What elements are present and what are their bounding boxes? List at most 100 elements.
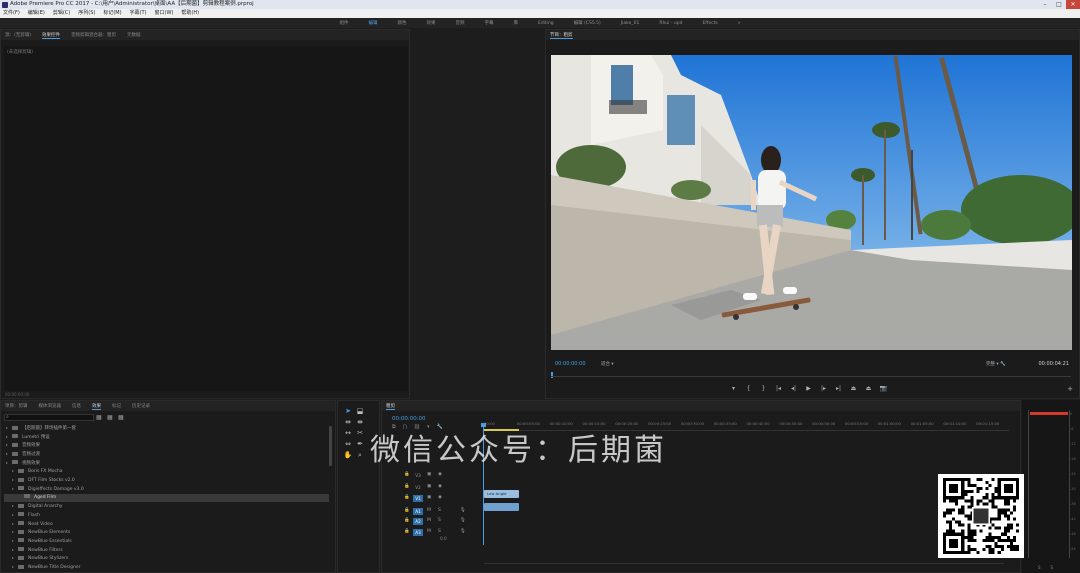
effects-tree-item[interactable]: ▸ NewBlue Filters [4, 546, 329, 555]
32bit-effects-icon[interactable]: ▦ [107, 414, 118, 421]
timeline-scrollbar[interactable] [484, 563, 1004, 566]
program-video-frame[interactable] [551, 55, 1072, 350]
effects-tree-item[interactable]: ▸ Digital Anarchy [4, 502, 329, 511]
workspace-tab[interactable]: Jiake_01 [621, 21, 640, 26]
workspace-tab[interactable]: Editing [538, 21, 554, 26]
workspace-tab[interactable]: 编辑 (CS5.5) [574, 20, 601, 26]
voiceover-record-icon[interactable]: 🎙 [460, 508, 466, 513]
solo-track-icon[interactable]: S [438, 508, 441, 513]
tab-source[interactable]: 源：(无剪辑) [5, 32, 31, 38]
audio-clip[interactable] [484, 503, 519, 511]
pen-tool-icon[interactable]: ✒ [354, 440, 366, 451]
effects-tree-item[interactable]: ▸ 视频效果 [4, 459, 329, 468]
mark-out-icon[interactable]: } [756, 385, 771, 392]
track-lock-icon[interactable]: 🔒 [404, 529, 410, 534]
minimize-icon[interactable]: – [1038, 0, 1052, 9]
zoom-fit-dropdown[interactable]: 适合 ▾ [601, 361, 614, 367]
track-label[interactable]: A1 [413, 508, 423, 515]
close-icon[interactable]: ✕ [1066, 0, 1080, 9]
mark-in-icon[interactable]: { [741, 385, 756, 392]
mute-track-icon[interactable]: M [427, 529, 431, 534]
button-editor-icon[interactable]: + [1067, 385, 1073, 393]
track-lock-icon[interactable]: 🔒 [404, 495, 410, 500]
solo-left-button[interactable]: S [1038, 565, 1041, 570]
track-label[interactable]: A2 [413, 518, 423, 525]
toggle-output-eye-icon[interactable]: ◉ [438, 484, 442, 489]
program-scrub-bar[interactable] [551, 376, 1071, 380]
track-lock-icon[interactable]: 🔒 [404, 518, 410, 523]
effects-tree-item[interactable]: ▸ NewBlue Stylizers [4, 554, 329, 563]
solo-right-button[interactable]: S [1051, 565, 1054, 570]
effects-tree-item[interactable]: ▸ DFT Film Stocks v2.0 [4, 476, 329, 485]
mute-track-icon[interactable]: M [427, 518, 431, 523]
toggle-output-eye-icon[interactable]: ◉ [438, 472, 442, 477]
tab-media-browser[interactable]: 媒体浏览器 [39, 403, 62, 409]
tab-markers[interactable]: 标记 [112, 403, 121, 409]
effects-scrollbar[interactable] [329, 426, 332, 466]
effects-search-input[interactable] [4, 414, 94, 421]
track-lock-icon[interactable]: 🔒 [404, 484, 410, 489]
workspace-tab[interactable]: 库 [513, 20, 518, 26]
tab-effects[interactable]: 效果 [92, 403, 101, 410]
workspace-tab[interactable]: 颜色 [397, 20, 406, 26]
tab-sequence[interactable]: 粗剪 [386, 403, 395, 410]
go-to-out-icon[interactable]: ▸| [831, 385, 846, 392]
menu-title[interactable]: 字幕(T) [130, 9, 147, 18]
selection-tool-icon[interactable]: ➤ [342, 407, 354, 418]
tab-audio-clip-mixer[interactable]: 音频剪辑混合器：粗剪 [71, 32, 116, 38]
track-label[interactable]: V3 [413, 472, 423, 479]
menu-help[interactable]: 帮助(H) [181, 9, 199, 18]
slip-tool-icon[interactable]: ⇔ [342, 440, 354, 451]
wrench-icon[interactable]: 🔧 [1000, 362, 1006, 367]
track-select-tool-icon[interactable]: ⬓ [354, 407, 366, 418]
tab-project[interactable]: 项目：剪辑 [5, 403, 28, 409]
timeline-timecode[interactable]: 00:00:00:00 [392, 416, 426, 422]
solo-track-icon[interactable]: S [438, 529, 441, 534]
tab-history[interactable]: 历史记录 [132, 403, 150, 409]
rolling-edit-tool-icon[interactable]: ⇼ [354, 418, 366, 429]
solo-track-icon[interactable]: S [438, 518, 441, 523]
go-to-in-icon[interactable]: |◂ [771, 385, 786, 392]
playback-quality-dropdown[interactable]: 完整 ▾ 🔧 [986, 361, 1006, 367]
track-label[interactable]: V1 [413, 495, 423, 502]
workspace-tab[interactable]: 效果 [426, 20, 435, 26]
sync-lock-icon[interactable]: ▣ [427, 495, 431, 500]
extract-icon[interactable]: ⏏ [861, 385, 876, 392]
workspace-tab[interactable]: Effects [702, 21, 717, 26]
hand-tool-icon[interactable]: ✋ [342, 451, 354, 462]
play-icon[interactable]: ▶ [801, 385, 816, 392]
menu-clip[interactable]: 剪辑(C) [53, 9, 70, 18]
video-clip[interactable]: Low Angle [484, 490, 519, 498]
track-header[interactable]: 🔒 A1 M S 🎙 [402, 507, 478, 516]
tab-effect-controls[interactable]: 效果控件 [42, 32, 61, 39]
tab-program[interactable]: 节目：粗剪 [550, 32, 573, 39]
workspace-tab[interactable]: 字幕 [484, 20, 493, 26]
step-back-icon[interactable]: ◂| [786, 385, 801, 392]
menu-sequence[interactable]: 序列(S) [78, 9, 95, 18]
maximize-icon[interactable]: □ [1052, 0, 1066, 9]
track-label[interactable]: V2 [413, 484, 423, 491]
lift-icon[interactable]: ⏏ [846, 385, 861, 392]
menu-edit[interactable]: 编辑(E) [28, 9, 45, 18]
track-lock-icon[interactable]: 🔒 [404, 472, 410, 477]
menu-file[interactable]: 文件(F) [3, 9, 20, 18]
master-track-value[interactable]: 0.0 [440, 536, 447, 541]
yuv-effects-icon[interactable]: ▦ [118, 414, 129, 421]
add-marker-icon[interactable]: ▾ [726, 385, 741, 392]
workspace-tab[interactable]: 编辑 [368, 20, 377, 26]
menu-window[interactable]: 窗口(W) [155, 9, 174, 18]
toggle-output-eye-icon[interactable]: ◉ [438, 495, 442, 500]
effects-tree-item[interactable]: ▸ NewBlue Title Designer [4, 563, 329, 572]
ripple-edit-tool-icon[interactable]: ⇹ [342, 418, 354, 429]
track-lock-icon[interactable]: 🔒 [404, 508, 410, 513]
effects-tree-item[interactable]: ▸ 音频效果 [4, 441, 329, 450]
program-current-timecode[interactable]: 00:00:00:00 [555, 361, 586, 367]
effects-tree-item[interactable]: ▸ 【后期菌】转场插件第一套 [4, 424, 329, 433]
track-label[interactable]: A3 [413, 529, 423, 536]
mute-track-icon[interactable]: M [427, 508, 431, 513]
sync-lock-icon[interactable]: ▣ [427, 472, 431, 477]
track-header[interactable]: 🔒 V3 ▣ ◉ [402, 471, 478, 480]
rate-stretch-tool-icon[interactable]: ↔ [342, 429, 354, 440]
effects-tree-item[interactable]: ▸ NewBlue Essentials [4, 537, 329, 546]
effects-tree-item[interactable]: ▸ NewBlue Elements [4, 528, 329, 537]
